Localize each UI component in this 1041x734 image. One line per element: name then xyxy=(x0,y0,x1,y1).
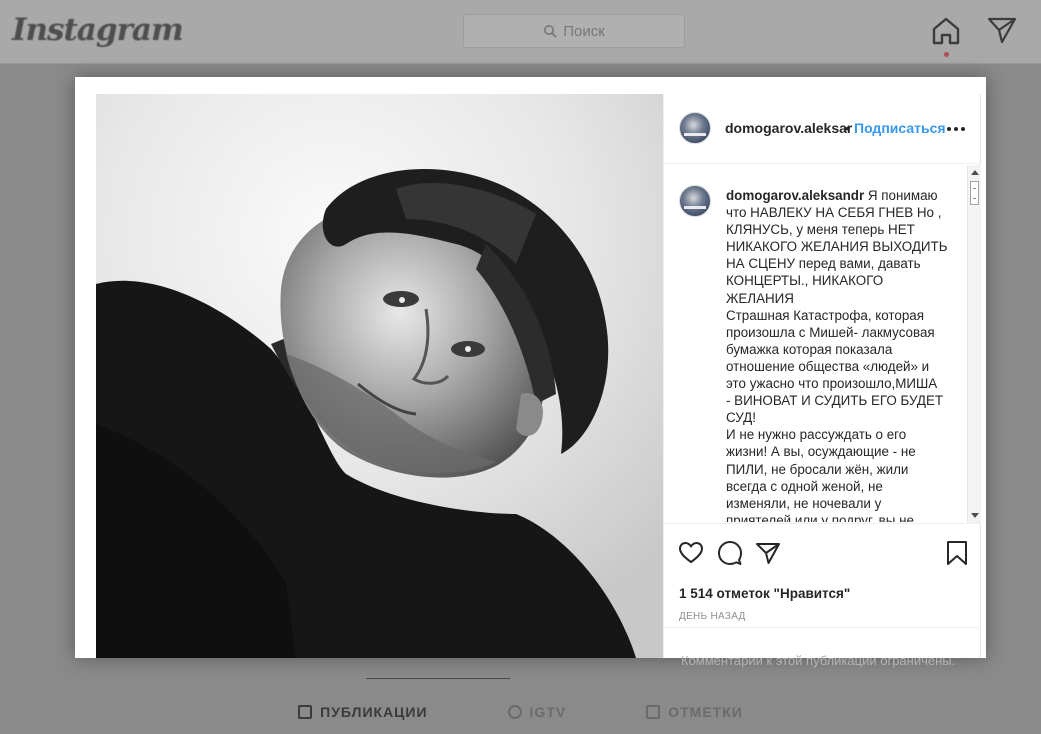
caption-line: приятелей или у подруг, вы не xyxy=(726,512,914,522)
portrait-illustration xyxy=(96,94,663,658)
caption-avatar[interactable] xyxy=(679,185,711,217)
caption-line: это ужасно что произошло,МИША xyxy=(726,376,938,392)
caption-line: что НАВЛЕКУ НА СЕБЯ ГНЕВ Но , xyxy=(726,205,942,221)
direct-icon[interactable] xyxy=(986,14,1018,46)
caption-line: ЖЕЛАНИЯ xyxy=(726,290,794,306)
caption-line: всегда с одной женой, не xyxy=(726,478,883,494)
tab-tagged[interactable]: ОТМЕТКИ xyxy=(646,700,743,724)
scroll-up-arrow-icon[interactable] xyxy=(971,170,979,175)
caption-line: жизни! А вы, осуждающие - не xyxy=(726,444,916,460)
tab-igtv-label: IGTV xyxy=(529,704,567,720)
tagged-icon xyxy=(646,705,661,719)
caption-username[interactable]: domogarov.aleksandr xyxy=(726,188,864,203)
scroll-down-arrow-icon[interactable] xyxy=(971,513,979,518)
instagram-logo[interactable]: Instagram xyxy=(12,12,184,48)
separator-dot: • xyxy=(845,120,850,136)
post-modal: domogarov.aleksar • Подписаться domogaro… xyxy=(75,77,986,668)
tab-posts-label: ПУБЛИКАЦИИ xyxy=(320,704,428,720)
post-sidebar: domogarov.aleksar • Подписаться domogaro… xyxy=(663,94,981,668)
share-icon[interactable] xyxy=(755,540,781,566)
likes-count[interactable]: 1 514 отметок "Нравится" xyxy=(679,586,850,601)
notification-dot xyxy=(944,52,949,57)
avatar[interactable] xyxy=(679,112,711,144)
tab-posts[interactable]: ПУБЛИКАЦИИ xyxy=(298,700,427,724)
header-username[interactable]: domogarov.aleksar xyxy=(725,120,852,136)
caption-scrollbar[interactable] xyxy=(967,165,981,523)
caption-line: Страшная Катастрофа, которая xyxy=(726,307,925,323)
caption-first-line: domogarov.aleksandr Я понимаю xyxy=(726,188,938,203)
post-photo[interactable] xyxy=(96,94,663,658)
caption-line: - ВИНОВАТ И СУДИТЬ ЕГО БУДЕТ xyxy=(726,393,944,409)
caption-line: НА СЦЕНУ перед вами, давать xyxy=(726,256,921,272)
caption-line: КЛЯНУСЬ, у меня теперь НЕТ xyxy=(726,222,915,238)
active-tab-indicator xyxy=(366,678,510,679)
grid-icon xyxy=(298,705,313,719)
post-actions: 1 514 отметок "Нравится" ДЕНЬ НАЗАД Комм… xyxy=(664,523,981,668)
heart-icon[interactable] xyxy=(678,540,704,566)
caption-line: И не нужно рассуждать о его xyxy=(726,427,907,443)
igtv-icon xyxy=(507,705,522,719)
caption-line: КОНЦЕРТЫ., НИКАКОГО xyxy=(726,273,884,289)
caption-line: отношение общества «людей» и xyxy=(726,358,930,374)
caption-line: НИКАКОГО ЖЕЛАНИЯ ВЫХОДИТЬ xyxy=(726,239,948,255)
post-timestamp[interactable]: ДЕНЬ НАЗАД xyxy=(679,611,746,622)
caption-text: domogarov.aleksandr Я понимаю что НАВЛЕК… xyxy=(726,187,970,522)
post-header: domogarov.aleksar • Подписаться xyxy=(664,94,981,164)
profile-tabs: ПУБЛИКАЦИИ IGTV ОТМЕТКИ xyxy=(0,700,1041,724)
more-options-icon[interactable] xyxy=(947,122,967,136)
caption-line: ПИЛИ, не бросали жён, жили xyxy=(726,461,909,477)
follow-button[interactable]: Подписаться xyxy=(854,120,946,136)
tab-igtv[interactable]: IGTV xyxy=(507,700,567,724)
scrollbar-thumb[interactable] xyxy=(970,181,979,205)
bookmark-icon[interactable] xyxy=(944,540,970,566)
search-input[interactable]: Поиск xyxy=(463,14,685,48)
caption-line: произошла с Мишей- лакмусовая xyxy=(726,324,935,340)
comment-icon[interactable] xyxy=(717,540,743,566)
tab-tagged-label: ОТМЕТКИ xyxy=(668,704,743,720)
comments-notice-text: Комментарии к этой публикации ограничены… xyxy=(681,653,956,668)
comments-disabled-notice: Комментарии к этой публикации ограничены… xyxy=(664,627,981,688)
caption-line: СУД! xyxy=(726,410,756,426)
caption-line: бумажка которая показала xyxy=(726,341,893,357)
home-icon[interactable] xyxy=(929,14,963,48)
top-navbar: Instagram Поиск xyxy=(0,0,1041,64)
search-icon xyxy=(544,25,557,38)
search-placeholder: Поиск xyxy=(563,22,605,40)
caption-scroll-area[interactable]: domogarov.aleksandr Я понимаю что НАВЛЕК… xyxy=(664,165,981,522)
caption-line: изменяли, не ночевали у xyxy=(726,495,882,511)
